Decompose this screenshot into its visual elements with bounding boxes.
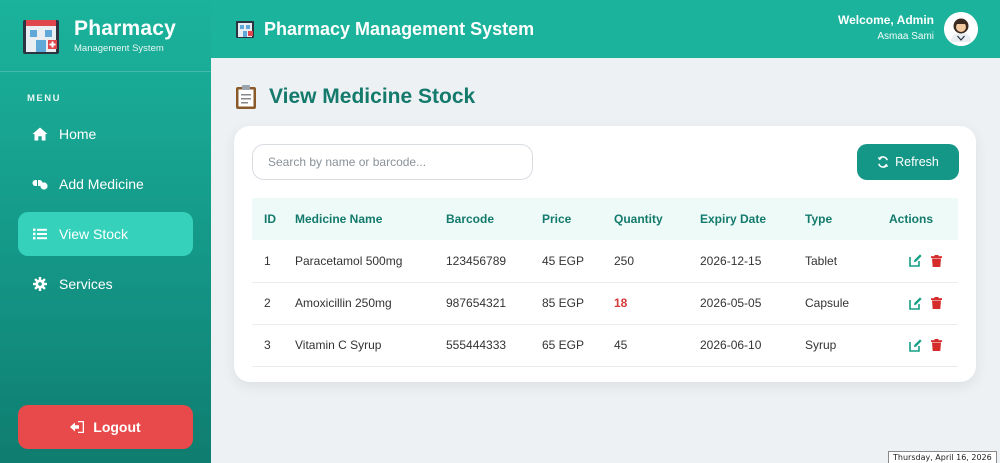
page-title: View Medicine Stock	[235, 84, 475, 110]
delete-icon[interactable]	[931, 297, 942, 309]
sidebar: Pharmacy Management System MENU Home Add…	[0, 0, 211, 463]
gear-icon	[32, 276, 48, 292]
cell-actions	[889, 282, 958, 325]
brand-subtitle: Management System	[74, 42, 164, 54]
cell-price: 65 EGP	[542, 324, 614, 367]
cell-barcode: 555444333	[446, 324, 542, 367]
cell-type: Syrup	[805, 324, 889, 367]
column-header-name: Medicine Name	[295, 212, 383, 226]
edit-icon[interactable]	[909, 254, 922, 268]
sidebar-item-label: View Stock	[59, 226, 128, 242]
brand: Pharmacy Management System	[0, 0, 211, 72]
refresh-label: Refresh	[895, 155, 939, 169]
cell-name: Vitamin C Syrup	[295, 324, 446, 367]
column-header-expiry: Expiry Date	[700, 212, 767, 226]
menu-label: MENU	[27, 93, 61, 104]
hospital-icon	[236, 21, 254, 38]
refresh-button[interactable]: Refresh	[857, 144, 959, 180]
cell-price: 45 EGP	[542, 240, 614, 283]
search-input[interactable]	[252, 144, 533, 180]
column-header-quantity: Quantity	[614, 212, 663, 226]
sidebar-item-home[interactable]: Home	[18, 112, 193, 156]
cell-quantity-low-stock: 18	[614, 282, 700, 325]
cell-quantity: 45	[614, 324, 700, 367]
brand-title: Pharmacy	[74, 16, 176, 40]
column-header-actions: Actions	[889, 212, 934, 226]
cell-expiry: 2026-12-15	[700, 240, 805, 283]
cell-id: 2	[252, 282, 295, 325]
cell-barcode: 987654321	[446, 282, 542, 325]
cell-quantity: 250	[614, 240, 700, 283]
user-info: Welcome, Admin Asmaa Sami	[838, 13, 934, 42]
cell-actions	[889, 324, 958, 367]
logout-label: Logout	[93, 419, 141, 435]
sidebar-item-label: Home	[59, 126, 97, 142]
column-header-price: Price	[542, 212, 572, 226]
cell-expiry: 2026-06-10	[700, 324, 805, 367]
cell-actions	[889, 240, 958, 283]
sidebar-item-add-medicine[interactable]: Add Medicine	[18, 162, 193, 206]
sidebar-item-label: Add Medicine	[59, 176, 144, 192]
delete-icon[interactable]	[931, 254, 942, 267]
list-icon	[32, 226, 48, 242]
sidebar-item-services[interactable]: Services	[18, 262, 193, 306]
cell-id: 3	[252, 324, 295, 367]
welcome-text: Welcome, Admin	[837, 13, 934, 27]
date-tooltip: Thursday, April 16, 2026	[888, 451, 997, 463]
home-icon	[32, 126, 48, 142]
cell-type: Capsule	[805, 282, 889, 325]
pills-icon	[32, 176, 48, 192]
table-row: 2 Amoxicillin 250mg 987654321 85 EGP 18 …	[252, 282, 958, 325]
pharmacy-logo-icon	[23, 19, 59, 54]
top-header: Pharmacy Management System Welcome, Admi…	[211, 0, 1000, 58]
header-title: Pharmacy Management System	[264, 18, 535, 39]
column-header-barcode: Barcode	[446, 212, 495, 226]
cell-expiry: 2026-05-05	[700, 282, 805, 325]
user-name: Asmaa Sami	[877, 31, 934, 42]
cell-id: 1	[252, 240, 295, 283]
clipboard-icon	[236, 85, 256, 109]
stock-table: ID Medicine Name Barcode Price Quantity …	[252, 198, 958, 367]
table-header-row: ID Medicine Name Barcode Price Quantity …	[252, 198, 958, 240]
cell-type: Tablet	[805, 240, 889, 283]
logout-button[interactable]: Logout	[18, 405, 193, 449]
column-header-type: Type	[805, 212, 833, 226]
sidebar-menu: Home Add Medicine View Stock Services	[0, 112, 211, 306]
refresh-icon	[877, 156, 889, 168]
cell-barcode: 123456789	[446, 240, 542, 283]
cell-name: Amoxicillin 250mg	[295, 282, 446, 325]
avatar[interactable]	[944, 12, 978, 46]
sidebar-item-view-stock[interactable]: View Stock	[18, 212, 193, 256]
sidebar-item-label: Services	[59, 276, 113, 292]
cell-price: 85 EGP	[542, 282, 614, 325]
edit-icon[interactable]	[909, 338, 922, 352]
table-row: 3 Vitamin C Syrup 555444333 65 EGP 45 20…	[252, 324, 958, 367]
page-title-text: View Medicine Stock	[269, 85, 476, 108]
table-row: 1 Paracetamol 500mg 123456789 45 EGP 250…	[252, 240, 958, 283]
delete-icon[interactable]	[931, 339, 942, 351]
stock-card: Refresh ID Medicine Name Barcode Price Q…	[234, 126, 976, 382]
logout-icon	[70, 421, 85, 433]
column-header-id: ID	[264, 212, 276, 226]
cell-name: Paracetamol 500mg	[295, 240, 446, 283]
edit-icon[interactable]	[909, 296, 922, 310]
avatar-icon	[944, 12, 978, 46]
